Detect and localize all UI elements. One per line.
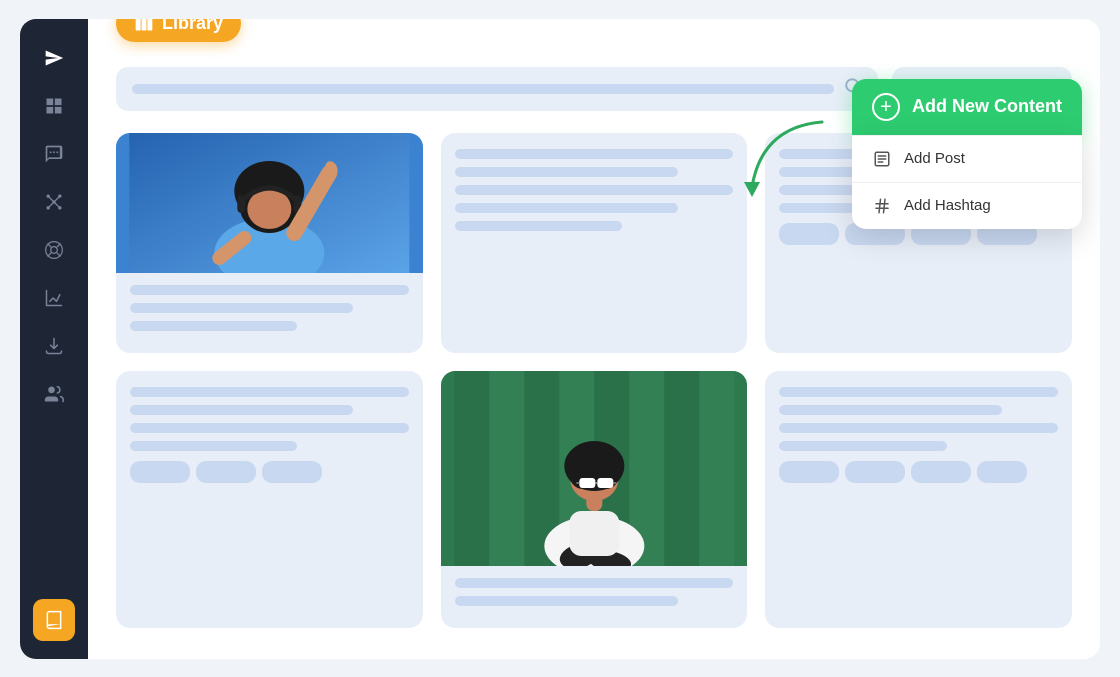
skeleton-line bbox=[455, 167, 678, 177]
card-image-5 bbox=[441, 371, 748, 566]
card-content-5 bbox=[441, 566, 748, 628]
skeleton-tag bbox=[779, 461, 839, 483]
skeleton-line bbox=[130, 285, 409, 295]
sidebar-item-chat[interactable] bbox=[33, 133, 75, 175]
sidebar bbox=[20, 19, 88, 659]
sidebar-item-analytics[interactable] bbox=[33, 277, 75, 319]
skeleton-tag bbox=[130, 461, 190, 483]
skeleton-line bbox=[130, 423, 409, 433]
skeleton-line bbox=[130, 321, 297, 331]
skeleton-line bbox=[455, 203, 678, 213]
sidebar-bottom bbox=[33, 599, 75, 641]
hashtag-icon bbox=[872, 196, 892, 216]
skeleton-line bbox=[455, 221, 622, 231]
skeleton-tag bbox=[977, 461, 1027, 483]
library-badge-icon bbox=[134, 19, 154, 34]
card-image-1 bbox=[116, 133, 423, 273]
main-content: Library bbox=[88, 19, 1100, 659]
search-bar[interactable] bbox=[116, 67, 878, 111]
search-placeholder-line bbox=[132, 84, 834, 94]
skeleton-line bbox=[455, 578, 734, 588]
card-tags bbox=[130, 461, 409, 483]
skeleton-line bbox=[455, 185, 734, 195]
sidebar-item-network[interactable] bbox=[33, 181, 75, 223]
skeleton-line bbox=[779, 387, 1058, 397]
sidebar-item-support[interactable] bbox=[33, 229, 75, 271]
app-shell: Library bbox=[20, 19, 1100, 659]
skeleton-line bbox=[130, 405, 353, 415]
library-badge-label: Library bbox=[162, 19, 223, 34]
skeleton-line bbox=[779, 423, 1058, 433]
skeleton-line bbox=[455, 149, 734, 159]
skeleton-line bbox=[779, 441, 946, 451]
sidebar-item-download[interactable] bbox=[33, 325, 75, 367]
add-new-content-label: Add New Content bbox=[912, 96, 1062, 117]
add-content-popup: + Add New Content Add Post bbox=[852, 79, 1082, 229]
sidebar-item-send[interactable] bbox=[33, 37, 75, 79]
post-icon bbox=[872, 149, 892, 169]
content-card-4[interactable] bbox=[116, 371, 423, 628]
add-post-item[interactable]: Add Post bbox=[852, 135, 1082, 182]
content-card-2[interactable] bbox=[441, 133, 748, 353]
dropdown-menu: Add Post Add Hashtag bbox=[852, 135, 1082, 229]
skeleton-line bbox=[455, 596, 678, 606]
library-badge: Library bbox=[116, 19, 241, 42]
skeleton-tag bbox=[262, 461, 322, 483]
add-hashtag-label: Add Hashtag bbox=[904, 197, 991, 214]
sidebar-item-team[interactable] bbox=[33, 373, 75, 415]
skeleton-tag bbox=[911, 461, 971, 483]
content-card-5[interactable] bbox=[441, 371, 748, 628]
add-post-label: Add Post bbox=[904, 150, 965, 167]
skeleton-tag bbox=[845, 461, 905, 483]
sidebar-item-library[interactable] bbox=[33, 599, 75, 641]
add-icon: + bbox=[872, 93, 900, 121]
content-card-6[interactable] bbox=[765, 371, 1072, 628]
sidebar-item-dashboard[interactable] bbox=[33, 85, 75, 127]
skeleton-line bbox=[130, 303, 353, 313]
card-content-1 bbox=[116, 273, 423, 353]
content-card-1[interactable] bbox=[116, 133, 423, 353]
skeleton-line bbox=[779, 405, 1002, 415]
skeleton-tag bbox=[196, 461, 256, 483]
add-new-content-button[interactable]: + Add New Content bbox=[852, 79, 1082, 135]
card-tags bbox=[779, 461, 1058, 483]
skeleton-tag bbox=[779, 223, 839, 245]
skeleton-line bbox=[130, 387, 409, 397]
add-hashtag-item[interactable]: Add Hashtag bbox=[852, 182, 1082, 229]
skeleton-line bbox=[130, 441, 297, 451]
